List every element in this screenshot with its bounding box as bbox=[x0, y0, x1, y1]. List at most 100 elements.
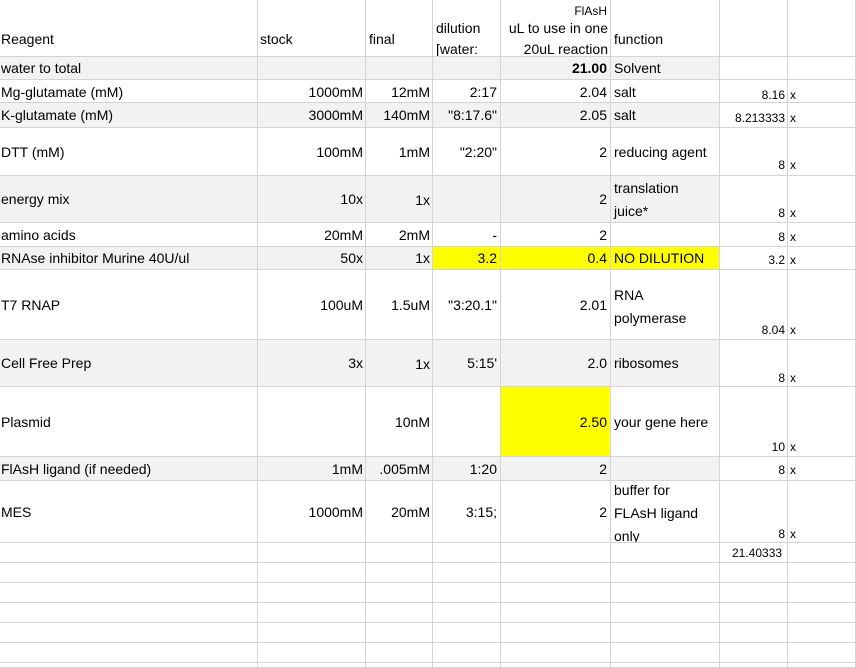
empty-cell[interactable] bbox=[720, 663, 788, 668]
header-dilution-cell[interactable]: dilution [water: bbox=[433, 0, 501, 57]
cell-function[interactable]: your gene here bbox=[611, 387, 720, 457]
cell-function[interactable]: ribosomes bbox=[611, 340, 720, 387]
cell-ul[interactable]: 2.01 bbox=[501, 270, 611, 340]
cell-ul[interactable]: 2.50 bbox=[501, 387, 611, 457]
cell-stock[interactable]: 1mM bbox=[258, 457, 366, 481]
cell-ul[interactable]: 2 bbox=[501, 176, 611, 223]
cell-reagent[interactable]: energy mix bbox=[0, 176, 258, 223]
empty-cell[interactable] bbox=[788, 583, 856, 603]
cell-stock[interactable] bbox=[258, 387, 366, 457]
empty-cell[interactable] bbox=[720, 643, 788, 663]
cell-stock[interactable]: 100uM bbox=[258, 270, 366, 340]
header-stock-cell[interactable]: stock bbox=[258, 0, 366, 57]
cell-stock[interactable]: 3x bbox=[258, 340, 366, 387]
cell-x[interactable]: x bbox=[788, 457, 856, 481]
cell-dilution[interactable]: "3:20.1" bbox=[433, 270, 501, 340]
cell-stock[interactable]: 3000mM bbox=[258, 103, 366, 128]
cell-stock[interactable]: 100mM bbox=[258, 128, 366, 176]
cell-reagent[interactable]: FlAsH ligand (if needed) bbox=[0, 457, 258, 481]
cell-stock[interactable]: 1000mM bbox=[258, 481, 366, 543]
empty-cell[interactable] bbox=[0, 563, 258, 583]
cell-extra[interactable]: 8.213333 bbox=[720, 103, 788, 128]
cell-ul[interactable]: 2 bbox=[501, 457, 611, 481]
empty-cell[interactable] bbox=[501, 643, 611, 663]
empty-cell[interactable] bbox=[611, 583, 720, 603]
cell-stock[interactable] bbox=[258, 543, 366, 563]
empty-cell[interactable] bbox=[501, 663, 611, 668]
cell-dilution[interactable] bbox=[433, 57, 501, 80]
empty-cell[interactable] bbox=[366, 623, 433, 643]
cell-extra[interactable]: 8 bbox=[720, 481, 788, 543]
empty-cell[interactable] bbox=[0, 663, 258, 668]
empty-cell[interactable] bbox=[611, 603, 720, 623]
empty-cell[interactable] bbox=[258, 583, 366, 603]
empty-cell[interactable] bbox=[501, 603, 611, 623]
cell-x[interactable]: x bbox=[788, 80, 856, 103]
cell-ul[interactable] bbox=[501, 543, 611, 563]
empty-cell[interactable] bbox=[611, 663, 720, 668]
cell-extra[interactable]: 8 bbox=[720, 340, 788, 387]
header-extra-cell[interactable] bbox=[720, 0, 788, 57]
cell-extra[interactable]: 8.16 bbox=[720, 80, 788, 103]
cell-final[interactable] bbox=[366, 57, 433, 80]
cell-function[interactable] bbox=[611, 543, 720, 563]
cell-stock[interactable]: 1000mM bbox=[258, 80, 366, 103]
cell-x[interactable]: x bbox=[788, 128, 856, 176]
cell-stock[interactable]: 20mM bbox=[258, 223, 366, 247]
empty-cell[interactable] bbox=[788, 663, 856, 668]
cell-stock[interactable]: 10x bbox=[258, 176, 366, 223]
empty-cell[interactable] bbox=[366, 583, 433, 603]
cell-x[interactable]: x bbox=[788, 223, 856, 247]
empty-cell[interactable] bbox=[611, 623, 720, 643]
cell-x[interactable]: x bbox=[788, 340, 856, 387]
header-ul-cell[interactable]: FlAsH uL to use in one 20uL reaction bbox=[501, 0, 611, 57]
empty-cell[interactable] bbox=[501, 623, 611, 643]
cell-final[interactable]: 1x bbox=[366, 176, 433, 223]
empty-cell[interactable] bbox=[788, 623, 856, 643]
cell-function[interactable]: NO DILUTION bbox=[611, 247, 720, 270]
cell-final[interactable]: 140mM bbox=[366, 103, 433, 128]
cell-x[interactable]: x bbox=[788, 387, 856, 457]
cell-function[interactable]: salt bbox=[611, 103, 720, 128]
cell-dilution[interactable] bbox=[433, 176, 501, 223]
cell-total[interactable]: 21.40333 bbox=[720, 543, 788, 563]
cell-function[interactable]: reducing agent bbox=[611, 128, 720, 176]
empty-cell[interactable] bbox=[433, 563, 501, 583]
empty-cell[interactable] bbox=[788, 563, 856, 583]
cell-stock[interactable] bbox=[258, 57, 366, 80]
cell-dilution[interactable]: 1:20 bbox=[433, 457, 501, 481]
cell-final[interactable]: 10nM bbox=[366, 387, 433, 457]
cell-final[interactable]: 1x bbox=[366, 247, 433, 270]
cell-x[interactable] bbox=[788, 57, 856, 80]
cell-final[interactable] bbox=[366, 543, 433, 563]
empty-cell[interactable] bbox=[611, 563, 720, 583]
empty-cell[interactable] bbox=[366, 603, 433, 623]
cell-final[interactable]: 20mM bbox=[366, 481, 433, 543]
cell-dilution[interactable]: 5:15' bbox=[433, 340, 501, 387]
empty-cell[interactable] bbox=[501, 563, 611, 583]
cell-dilution[interactable] bbox=[433, 387, 501, 457]
cell-dilution[interactable]: "2:20" bbox=[433, 128, 501, 176]
cell-function[interactable] bbox=[611, 223, 720, 247]
cell-extra[interactable]: 3.2 bbox=[720, 247, 788, 270]
cell-dilution[interactable]: 3.2 bbox=[433, 247, 501, 270]
empty-cell[interactable] bbox=[788, 643, 856, 663]
cell-reagent[interactable]: Mg-glutamate (mM) bbox=[0, 80, 258, 103]
empty-cell[interactable] bbox=[366, 563, 433, 583]
cell-function[interactable]: salt bbox=[611, 80, 720, 103]
header-function-cell[interactable]: function bbox=[611, 0, 720, 57]
empty-cell[interactable] bbox=[433, 583, 501, 603]
cell-reagent[interactable]: amino acids bbox=[0, 223, 258, 247]
cell-final[interactable]: 1.5uM bbox=[366, 270, 433, 340]
cell-reagent[interactable]: MES bbox=[0, 481, 258, 543]
cell-dilution[interactable]: "8:17.6" bbox=[433, 103, 501, 128]
cell-x[interactable]: x bbox=[788, 176, 856, 223]
cell-ul[interactable]: 21.00 bbox=[501, 57, 611, 80]
empty-cell[interactable] bbox=[433, 603, 501, 623]
empty-cell[interactable] bbox=[258, 563, 366, 583]
cell-dilution[interactable]: 3:15; bbox=[433, 481, 501, 543]
cell-reagent[interactable]: K-glutamate (mM) bbox=[0, 103, 258, 128]
header-reagent-cell[interactable]: Reagent bbox=[0, 0, 258, 57]
cell-function[interactable]: translation juice* bbox=[611, 176, 720, 223]
cell-x[interactable]: x bbox=[788, 481, 856, 543]
